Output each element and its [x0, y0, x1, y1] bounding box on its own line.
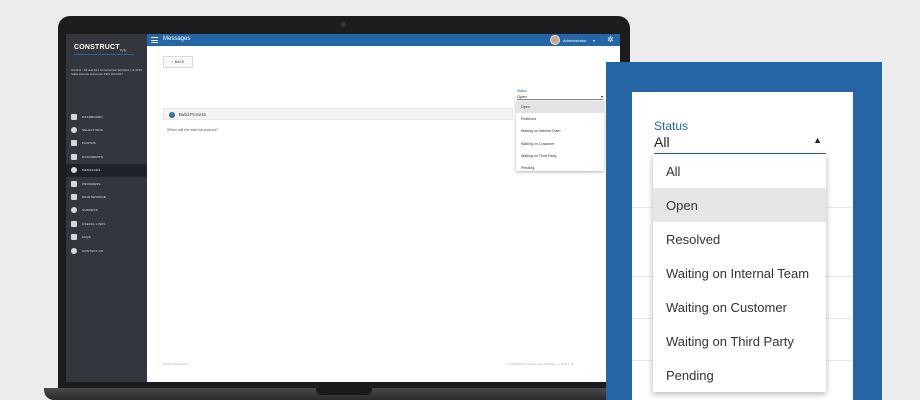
- sidebar-item-documents[interactable]: DOCUMENTS: [66, 150, 147, 163]
- dashboard-icon: [71, 113, 77, 120]
- phone-icon: [71, 247, 77, 254]
- status-select-zoom[interactable]: All ▲: [654, 134, 826, 154]
- link-icon: [71, 220, 77, 227]
- top-bar: Messages Administrator ▾ ✲: [147, 34, 620, 46]
- footer-copyright: © 2016-2021 Constructive Software · v. 8…: [508, 362, 574, 366]
- menu-icon[interactable]: [151, 37, 158, 43]
- status-dropdown: Open Resolved Waiting on Internal Team Wait…: [516, 101, 604, 171]
- status-value: All: [654, 134, 670, 150]
- sidebar-item-label: PHOTOS: [82, 141, 96, 146]
- dropdown-option[interactable]: All: [653, 154, 826, 188]
- sidebar-item-label: FAQS: [82, 235, 91, 240]
- laptop-bezel: CONSTRUCTIVE CC1111 - Mr and Mrs Constru…: [58, 16, 630, 388]
- help-icon: ?: [169, 111, 175, 118]
- status-label: Status: [517, 89, 527, 93]
- back-button[interactable]: ‹ BACK: [163, 56, 193, 68]
- chevron-up-icon: ▲: [813, 135, 822, 145]
- dropdown-option[interactable]: Waiting on Customer: [653, 290, 826, 324]
- sidebar-item-surveys[interactable]: SURVEYS: [66, 204, 147, 217]
- sidebar-item-label: MESSAGES: [82, 168, 101, 173]
- status-dropdown-zoom: All Open Resolved Waiting on Internal Team W…: [653, 154, 826, 392]
- sidebar-nav: DASHBOARD SELECTIONS PHOTOS DOCUMENTS MESSAG…: [66, 110, 147, 257]
- dropdown-option[interactable]: Resolved: [516, 113, 604, 125]
- page-title: Messages: [163, 36, 191, 42]
- avatar[interactable]: [550, 35, 560, 45]
- sidebar-item-faqs[interactable]: FAQS: [66, 231, 147, 244]
- dropdown-option[interactable]: Waiting on Internal Team: [516, 125, 604, 137]
- chevron-down-icon: ▾: [600, 94, 603, 99]
- status-label-zoom: Status: [654, 119, 689, 133]
- dropdown-option[interactable]: Waiting on Internal Team: [653, 256, 826, 290]
- dropdown-option[interactable]: Pending: [653, 358, 826, 392]
- sidebar-item-useful-links[interactable]: USEFUL LINKS: [66, 217, 147, 230]
- dropdown-option[interactable]: Resolved: [653, 222, 826, 256]
- sidebar-item-dashboard[interactable]: DASHBOARD: [66, 110, 147, 123]
- section-title: Build Process: [179, 112, 206, 117]
- camera-dot: [341, 22, 346, 27]
- dropdown-option[interactable]: Waiting on Third Party: [653, 324, 826, 358]
- sidebar-item-label: PROGRESS: [82, 181, 101, 186]
- dropdown-option[interactable]: Waiting on Third Party: [516, 150, 604, 162]
- selections-icon: [71, 127, 77, 134]
- messages-icon: [71, 167, 77, 174]
- sidebar-item-selections[interactable]: SELECTIONS: [66, 123, 147, 136]
- sidebar-item-label: CONTACT US: [82, 248, 104, 253]
- dropdown-option[interactable]: Waiting on Customer: [516, 138, 604, 150]
- chevron-down-icon[interactable]: ▾: [593, 38, 595, 43]
- sidebar-item-messages[interactable]: MESSAGES: [66, 163, 147, 177]
- dropdown-option[interactable]: Open: [653, 188, 826, 222]
- sidebar-item-label: USEFUL LINKS: [82, 221, 106, 226]
- sidebar-item-label: MAINTENANCE: [82, 195, 107, 200]
- gear-icon[interactable]: ✲: [607, 35, 614, 45]
- laptop-screen: CONSTRUCTIVE CC1111 - Mr and Mrs Constru…: [66, 34, 620, 382]
- user-name[interactable]: Administrator: [563, 38, 587, 43]
- status-select[interactable]: Open ▾: [517, 94, 603, 100]
- sidebar: CONSTRUCTIVE CC1111 - Mr and Mrs Constru…: [66, 34, 147, 382]
- sidebar-item-label: DOCUMENTS: [82, 154, 104, 159]
- photos-icon: [71, 140, 77, 147]
- sidebar-item-label: SURVEYS: [82, 208, 98, 213]
- dropdown-option[interactable]: Open: [516, 101, 604, 114]
- sidebar-item-progress[interactable]: PROGRESS: [66, 177, 147, 190]
- job-info: CC1111 - Mr and Mrs Constructive Softwar…: [71, 68, 142, 77]
- sidebar-item-maintenance[interactable]: MAINTENANCE: [66, 190, 147, 203]
- logo-underline: [74, 54, 134, 55]
- documents-icon: [71, 153, 77, 160]
- message-section[interactable]: ? Build Process: [163, 108, 513, 120]
- sidebar-item-photos[interactable]: PHOTOS: [66, 137, 147, 150]
- sidebar-item-label: DASHBOARD: [82, 114, 103, 119]
- message-question: When will the slab be poured?: [167, 128, 218, 132]
- laptop-mockup: CONSTRUCTIVE CC1111 - Mr and Mrs Constru…: [44, 16, 644, 400]
- sidebar-item-label: SELECTIONS: [82, 128, 104, 133]
- surveys-icon: [71, 207, 77, 214]
- laptop-notch: [316, 388, 372, 395]
- sidebar-item-contact-us[interactable]: CONTACT US: [66, 244, 147, 257]
- help-icon: [71, 234, 77, 241]
- logo: CONSTRUCTIVE: [74, 44, 127, 53]
- dropdown-option[interactable]: Pending: [516, 162, 604, 174]
- footer-links[interactable]: Privacy Disclaimer: [163, 362, 188, 366]
- maintenance-icon: [71, 194, 77, 201]
- progress-icon: [71, 180, 77, 187]
